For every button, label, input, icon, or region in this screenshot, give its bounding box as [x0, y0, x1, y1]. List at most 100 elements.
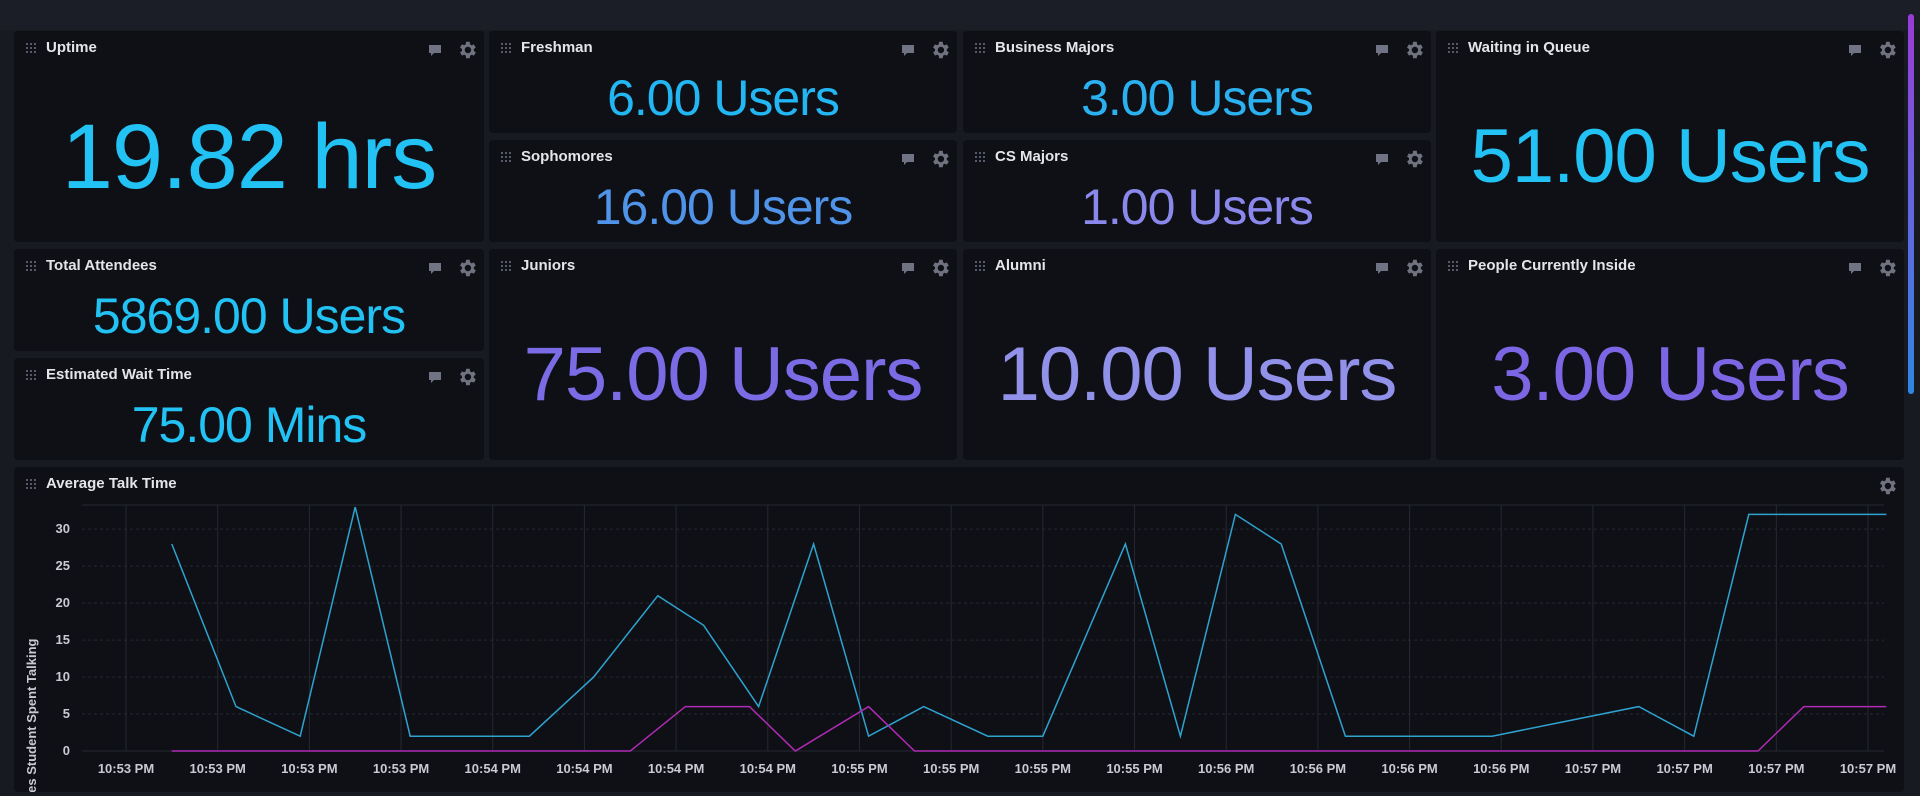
x-tick-label: 10:53 PM	[98, 761, 154, 776]
cell-header[interactable]: Alumni	[963, 249, 1431, 277]
drag-handle-icon[interactable]	[1448, 261, 1460, 271]
note-icon[interactable]	[1848, 44, 1862, 57]
cell-header[interactable]: CS Majors	[963, 140, 1431, 168]
y-tick-label: 25	[56, 558, 70, 573]
note-icon[interactable]	[428, 262, 442, 275]
gear-icon[interactable]	[1403, 257, 1425, 279]
cell-freshman: Freshman 6.00 Users	[489, 31, 957, 133]
cell-header[interactable]: Uptime	[14, 31, 484, 59]
y-tick-label: 0	[63, 743, 70, 758]
y-axis-ticks: 0 5 10 15 20 25 30	[56, 521, 70, 758]
cell-title: Estimated Wait Time	[46, 366, 192, 383]
note-icon[interactable]	[1375, 153, 1389, 166]
x-tick-label: 10:56 PM	[1198, 761, 1254, 776]
cell-header[interactable]: Waiting in Queue	[1436, 31, 1904, 59]
drag-handle-icon[interactable]	[975, 261, 987, 271]
x-tick-label: 10:54 PM	[740, 761, 796, 776]
y-tick-label: 10	[56, 669, 70, 684]
gear-icon[interactable]	[1876, 39, 1898, 61]
x-tick-label: 10:54 PM	[556, 761, 612, 776]
chart-grid	[82, 504, 1884, 752]
gear-icon[interactable]	[456, 366, 478, 388]
cell-alumni: Alumni 10.00 Users	[963, 249, 1431, 460]
y-tick-label: 20	[56, 595, 70, 610]
gear-icon[interactable]	[1403, 148, 1425, 170]
x-tick-label: 10:57 PM	[1565, 761, 1621, 776]
x-tick-label: 10:57 PM	[1748, 761, 1804, 776]
x-tick-label: 10:54 PM	[465, 761, 521, 776]
x-tick-label: 10:53 PM	[281, 761, 337, 776]
cell-people-currently-inside: People Currently Inside 3.00 Users	[1436, 249, 1904, 460]
series-line-1[interactable]	[171, 506, 1887, 740]
drag-handle-icon[interactable]	[501, 261, 513, 271]
cell-cs-majors: CS Majors 1.00 Users	[963, 140, 1431, 242]
note-icon[interactable]	[1375, 262, 1389, 275]
y-axis-label: Minutes Student Spent Talking	[24, 638, 39, 792]
note-icon[interactable]	[1375, 44, 1389, 57]
drag-handle-icon[interactable]	[975, 152, 987, 162]
cell-total-attendees: Total Attendees 5869.00 Users	[14, 249, 484, 351]
cell-header[interactable]: Business Majors	[963, 31, 1431, 59]
cell-title: Business Majors	[995, 39, 1115, 56]
cell-title: CS Majors	[995, 148, 1069, 165]
gear-icon[interactable]	[1403, 39, 1425, 61]
cell-title: Freshman	[521, 39, 593, 56]
drag-handle-icon[interactable]	[26, 370, 38, 380]
cell-header[interactable]: Freshman	[489, 31, 957, 59]
cell-value: 75.00 Users	[523, 332, 924, 417]
cell-title: Total Attendees	[46, 257, 157, 274]
y-tick-label: 5	[63, 706, 70, 721]
cell-value: 3.00 Users	[1491, 332, 1850, 417]
cell-title: Waiting in Queue	[1468, 39, 1590, 56]
cell-value: 51.00 Users	[1470, 114, 1871, 199]
x-tick-label: 10:53 PM	[189, 761, 245, 776]
cell-value: 16.00 Users	[593, 179, 854, 235]
drag-handle-icon[interactable]	[501, 43, 513, 53]
note-icon[interactable]	[428, 371, 442, 384]
note-icon[interactable]	[428, 44, 442, 57]
drag-handle-icon[interactable]	[501, 152, 513, 162]
x-tick-label: 10:56 PM	[1381, 761, 1437, 776]
series-line-2[interactable]	[171, 705, 1887, 752]
cell-value: 6.00 Users	[607, 70, 840, 126]
gear-icon[interactable]	[929, 257, 951, 279]
note-icon[interactable]	[901, 44, 915, 57]
cell-title: People Currently Inside	[1468, 257, 1636, 274]
cell-title: Uptime	[46, 39, 97, 56]
x-tick-label: 10:55 PM	[831, 761, 887, 776]
x-tick-label: 10:54 PM	[648, 761, 704, 776]
y-tick-label: 15	[56, 632, 70, 647]
x-axis-ticks: 10:53 PM 10:53 PM 10:53 PM 10:53 PM 10:54 PM…	[98, 761, 1896, 776]
top-bar	[0, 0, 1920, 30]
drag-handle-icon[interactable]	[1448, 43, 1460, 53]
cell-value: 5869.00 Users	[92, 288, 406, 344]
cell-title: Sophomores	[521, 148, 613, 165]
scrollbar-thumb[interactable]	[1908, 14, 1914, 394]
cell-header[interactable]: Total Attendees	[14, 249, 484, 277]
cell-business-majors: Business Majors 3.00 Users	[963, 31, 1431, 133]
note-icon[interactable]	[901, 153, 915, 166]
line-chart[interactable]: 051015202530 10:53 PM 10:53 PM 10:53 PM 10:…	[14, 467, 1904, 792]
chart-series	[171, 506, 1887, 752]
note-icon[interactable]	[901, 262, 915, 275]
cell-value: 19.82 hrs	[61, 106, 438, 208]
x-tick-label: 10:55 PM	[1015, 761, 1071, 776]
cell-header[interactable]: People Currently Inside	[1436, 249, 1904, 277]
x-tick-label: 10:57 PM	[1656, 761, 1712, 776]
drag-handle-icon[interactable]	[26, 261, 38, 271]
cell-header[interactable]: Sophomores	[489, 140, 957, 168]
x-tick-label: 10:56 PM	[1290, 761, 1346, 776]
gear-icon[interactable]	[456, 39, 478, 61]
note-icon[interactable]	[1848, 262, 1862, 275]
drag-handle-icon[interactable]	[975, 43, 987, 53]
cell-header[interactable]: Juniors	[489, 249, 957, 277]
gear-icon[interactable]	[456, 257, 478, 279]
x-tick-label: 10:56 PM	[1473, 761, 1529, 776]
drag-handle-icon[interactable]	[26, 43, 38, 53]
gear-icon[interactable]	[929, 148, 951, 170]
x-tick-label: 10:57 PM	[1840, 761, 1896, 776]
cell-header[interactable]: Estimated Wait Time	[14, 358, 484, 386]
graph-cell-average-talk-time: Average Talk Time 0 5 10 15 20 25 30 10:53 PM 1…	[14, 467, 1904, 792]
gear-icon[interactable]	[929, 39, 951, 61]
gear-icon[interactable]	[1876, 257, 1898, 279]
